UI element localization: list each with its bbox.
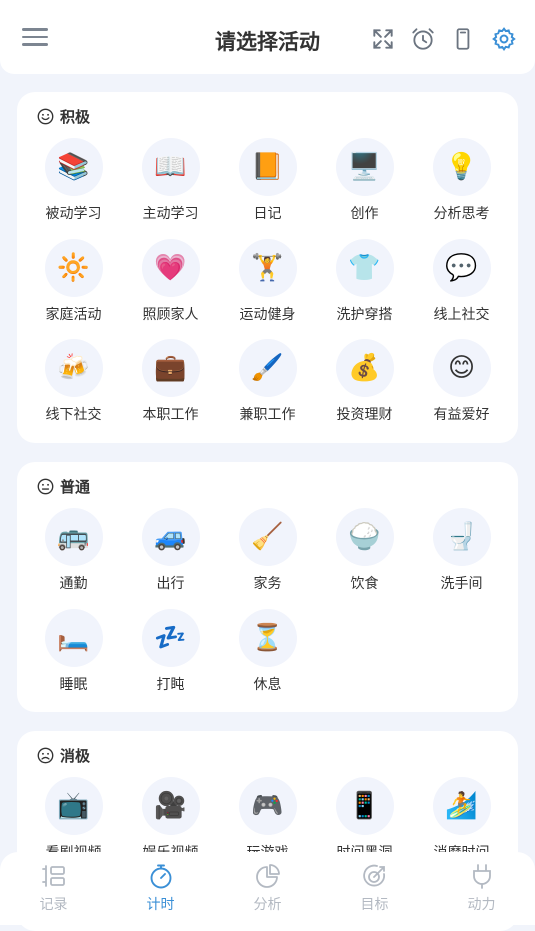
activity-hobby[interactable]: 😊 有益爱好: [413, 339, 510, 440]
bus-icon: 🚌: [44, 508, 103, 566]
rice-bowl-icon: 🍚: [335, 508, 394, 566]
open-book-icon: 📖: [141, 138, 200, 196]
activity-restroom[interactable]: 🚽 洗手间: [413, 508, 510, 609]
activity-commute[interactable]: 🚌 通勤: [25, 508, 122, 609]
section-positive: 积极 📚 被动学习 📖 主动学习 📙 日记 🖥️ 创作 💡 分析思考 🔆 家庭活动 💗 照顾家…: [17, 92, 518, 443]
money-bag-icon: 💰: [335, 339, 394, 397]
beer-mugs-icon: 🍻: [44, 339, 103, 397]
mobile-phone-icon: 📱: [335, 777, 394, 835]
books-icon: 📚: [44, 138, 103, 196]
activity-offline-social[interactable]: 🍻 线下社交: [25, 339, 122, 440]
tab-record[interactable]: 记录: [0, 852, 107, 925]
surfing-icon: 🏄: [432, 777, 491, 835]
tab-goals[interactable]: 目标: [321, 852, 428, 925]
car-icon: 🚙: [141, 508, 200, 566]
activity-online-social[interactable]: 💬 线上社交: [413, 238, 510, 340]
hourglass-icon: ⏳: [238, 608, 297, 667]
sad-face-icon: [37, 747, 54, 763]
smile-face-icon: [37, 108, 54, 124]
activity-family[interactable]: 🔆 家庭活动: [25, 238, 122, 340]
neutral-face-icon: [37, 478, 54, 494]
section-title: 普通: [60, 477, 91, 496]
sun-icon: 🔆: [44, 238, 103, 297]
activity-passive-study[interactable]: 📚 被动学习: [25, 138, 122, 239]
pie-chart-icon: [255, 864, 280, 888]
heart-icon: 💗: [141, 238, 200, 297]
section-title: 积极: [60, 107, 91, 126]
activity-investment[interactable]: 💰 投资理财: [316, 339, 413, 440]
broom-icon: 🧹: [238, 508, 297, 566]
activity-part-time[interactable]: 🖌️ 兼职工作: [219, 339, 316, 440]
activity-rest[interactable]: ⏳ 休息: [219, 608, 316, 710]
tab-motivation[interactable]: 动力: [428, 852, 535, 925]
activity-analysis[interactable]: 💡 分析思考: [413, 138, 510, 239]
weightlifter-icon: 🏋️: [238, 238, 297, 297]
activity-nap[interactable]: 💤 打盹: [122, 608, 219, 710]
speech-bubble-icon: 💬: [432, 238, 491, 297]
notebook-icon: 📙: [238, 138, 297, 196]
zzz-icon: 💤: [141, 608, 200, 667]
light-bulb-icon: 💡: [432, 138, 491, 196]
bottom-tab-bar: 记录 计时 分析 目标 动力: [0, 852, 535, 925]
plug-icon: [472, 864, 491, 889]
activity-travel[interactable]: 🚙 出行: [122, 508, 219, 609]
section-title: 消极: [60, 746, 91, 765]
activity-grooming[interactable]: 👕 洗护穿搭: [316, 238, 413, 340]
activity-sleep[interactable]: 🛏️ 睡眠: [25, 608, 122, 710]
activity-diary[interactable]: 📙 日记: [219, 138, 316, 239]
app-header: 请选择活动: [0, 0, 535, 74]
bed-icon: 🛏️: [44, 608, 103, 667]
activity-fitness[interactable]: 🏋️ 运动健身: [219, 238, 316, 340]
activity-care-family[interactable]: 💗 照顾家人: [122, 238, 219, 340]
toilet-icon: 🚽: [432, 508, 491, 566]
section-normal: 普通 🚌 通勤 🚙 出行 🧹 家务 🍚 饮食 🚽 洗手间 🛏️ 睡眠 💤 打盹 ⏳ 休息: [17, 462, 518, 712]
tab-analysis[interactable]: 分析: [214, 852, 321, 925]
activity-housework[interactable]: 🧹 家务: [219, 508, 316, 609]
activity-diet[interactable]: 🍚 饮食: [316, 508, 413, 609]
list-icon: [41, 865, 65, 887]
paintbrush-icon: 🖌️: [238, 339, 297, 397]
computer-icon: 🖥️: [335, 138, 394, 196]
alarm-clock-icon[interactable]: [410, 26, 436, 52]
target-icon: [362, 864, 385, 887]
activity-active-study[interactable]: 📖 主动学习: [122, 138, 219, 239]
briefcase-icon: 💼: [141, 339, 200, 397]
smiley-icon: 😊: [432, 339, 491, 397]
phone-icon[interactable]: [450, 26, 476, 52]
fullscreen-icon[interactable]: [370, 26, 396, 52]
tshirt-icon: 👕: [335, 238, 394, 297]
activity-main-job[interactable]: 💼 本职工作: [122, 339, 219, 440]
timer-icon: [150, 864, 171, 889]
game-controller-icon: 🎮: [238, 777, 297, 835]
settings-gear-icon[interactable]: [491, 26, 517, 52]
activity-creation[interactable]: 🖥️ 创作: [316, 138, 413, 239]
movie-camera-icon: 🎥: [141, 777, 200, 835]
tab-timer[interactable]: 计时: [107, 852, 214, 925]
tv-icon: 📺: [44, 777, 103, 835]
